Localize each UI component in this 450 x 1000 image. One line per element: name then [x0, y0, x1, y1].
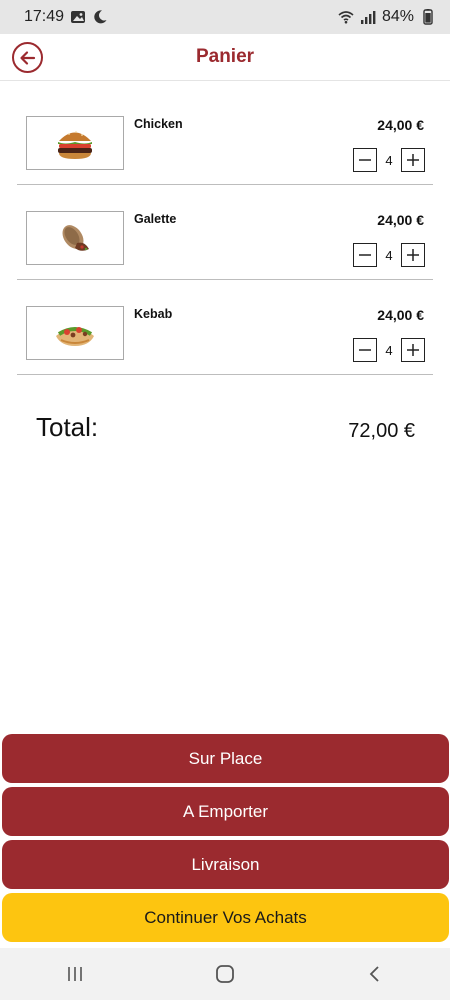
item-price: 24,00 € — [377, 212, 424, 228]
recent-apps-icon — [68, 967, 82, 981]
total-value: 72,00 € — [348, 420, 415, 442]
system-nav-bar — [0, 948, 450, 1000]
increment-button[interactable] — [401, 148, 425, 172]
plus-icon — [407, 154, 419, 166]
app-header: Panier — [0, 34, 450, 81]
cart-item: Galette 24,00 € 4 — [17, 185, 433, 280]
signal-icon — [360, 11, 376, 24]
plus-icon — [407, 249, 419, 261]
sur-place-button[interactable]: Sur Place — [2, 734, 449, 783]
product-thumbnail[interactable] — [26, 306, 124, 360]
battery-percent: 84% — [381, 8, 414, 25]
quantity-value: 4 — [385, 152, 393, 168]
product-thumbnail[interactable] — [26, 116, 124, 170]
minus-icon — [359, 254, 371, 256]
cart-item: Kebab 24,00 € 4 — [17, 280, 433, 375]
system-back-button[interactable] — [345, 954, 405, 994]
back-icon — [369, 966, 379, 982]
item-name: Galette — [134, 212, 177, 226]
continue-shopping-button[interactable]: Continuer Vos Achats — [2, 893, 449, 942]
back-button[interactable] — [12, 42, 43, 73]
cart-screen: 17:49 84% Panier Chicken 24,00 € 4 Galet… — [0, 0, 450, 1000]
decrement-button[interactable] — [353, 148, 377, 172]
burger-image — [58, 131, 92, 159]
home-button[interactable] — [195, 954, 255, 994]
increment-button[interactable] — [401, 243, 425, 267]
status-left: 17:49 — [24, 8, 108, 26]
recent-apps-button[interactable] — [45, 954, 105, 994]
cart-list: Chicken 24,00 € 4 Galette 24,00 € 4 Keba… — [0, 90, 450, 375]
status-bar: 17:49 84% — [0, 0, 450, 34]
product-thumbnail[interactable] — [26, 211, 124, 265]
order-actions: Sur Place A Emporter Livraison Continuer… — [2, 734, 449, 946]
item-name: Kebab — [134, 307, 173, 321]
decrement-button[interactable] — [353, 243, 377, 267]
item-price: 24,00 € — [377, 117, 424, 133]
moon-icon — [94, 10, 107, 24]
quantity-stepper: 4 — [353, 148, 425, 172]
wifi-icon — [338, 11, 354, 24]
item-name: Chicken — [134, 117, 183, 131]
total-label: Total: — [36, 412, 99, 442]
quantity-value: 4 — [385, 247, 393, 263]
decrement-button[interactable] — [353, 338, 377, 362]
battery-icon — [423, 9, 433, 25]
page-title: Panier — [195, 46, 255, 67]
arrow-left-icon — [19, 50, 35, 65]
increment-button[interactable] — [401, 338, 425, 362]
wrap-image — [62, 225, 89, 251]
item-price: 24,00 € — [377, 307, 424, 323]
home-icon — [216, 965, 234, 983]
image-icon — [71, 11, 86, 23]
minus-icon — [359, 159, 371, 161]
livraison-button[interactable]: Livraison — [2, 840, 449, 889]
quantity-value: 4 — [385, 342, 393, 358]
status-right: 84% — [338, 8, 436, 26]
kebab-image — [56, 327, 94, 346]
quantity-stepper: 4 — [353, 338, 425, 362]
a-emporter-button[interactable]: A Emporter — [2, 787, 449, 836]
quantity-stepper: 4 — [353, 243, 425, 267]
cart-item: Chicken 24,00 € 4 — [17, 90, 433, 185]
plus-icon — [407, 344, 419, 356]
minus-icon — [359, 349, 371, 351]
status-time: 17:49 — [24, 8, 65, 25]
